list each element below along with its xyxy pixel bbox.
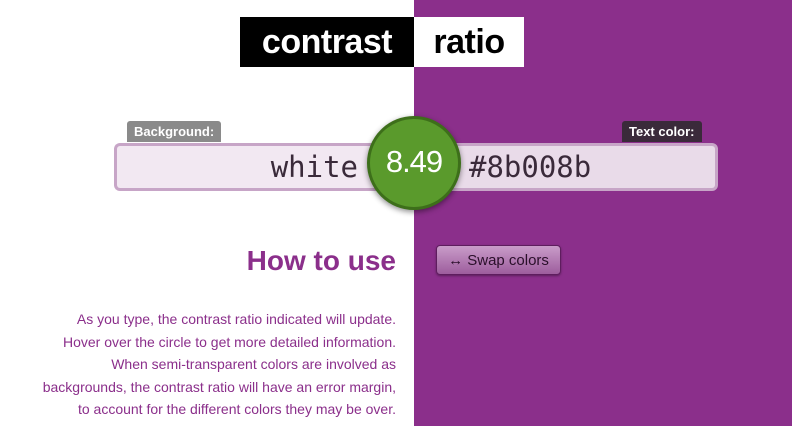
logo-ratio: ratio (414, 17, 524, 67)
swap-colors-button[interactable]: ↔ Swap colors (436, 245, 561, 275)
background-label: Background: (127, 121, 222, 142)
instructions-text: As you type, the contrast ratio indicate… (20, 308, 396, 421)
instructions-line: to account for the different colors they… (77, 401, 396, 417)
instructions-line: backgrounds, the contrast ratio will hav… (42, 378, 396, 395)
instructions-line: Hover over the circle to get more detail… (62, 333, 396, 350)
logo-contrast: contrast (240, 17, 414, 67)
instructions-line: As you type, the contrast ratio indicate… (76, 311, 396, 327)
how-to-use-heading: How to use (246, 245, 396, 276)
text-color-label: Text color: (622, 121, 702, 142)
contrast-ratio-circle[interactable]: 8.49 (367, 116, 461, 210)
instructions-line: When semi-transparent colors are involve… (111, 356, 396, 372)
